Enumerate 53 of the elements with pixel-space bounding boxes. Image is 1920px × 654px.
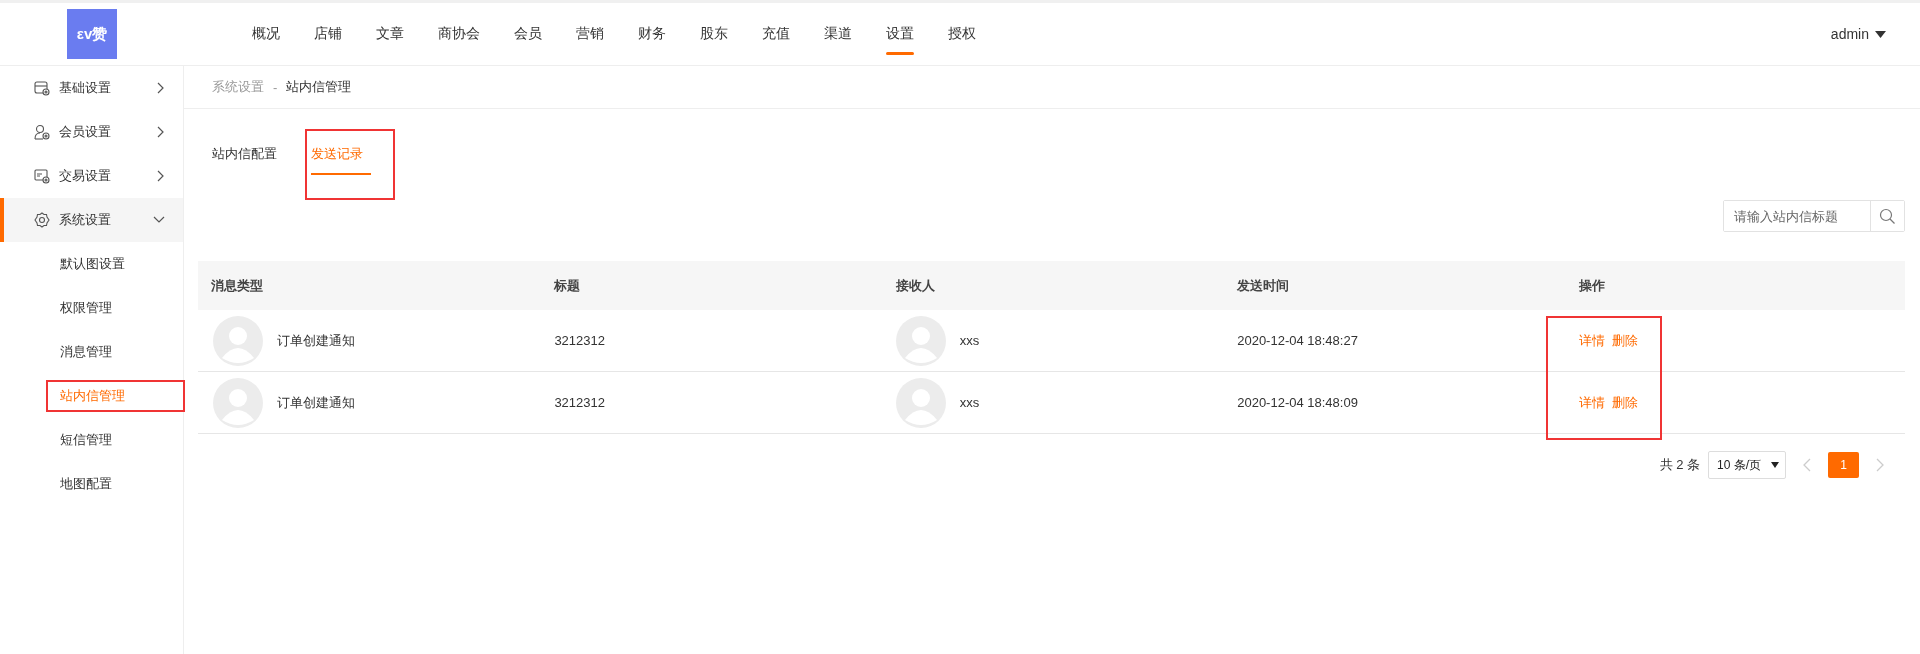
nav-tab[interactable]: 商协会 (421, 3, 497, 65)
search-icon (1879, 207, 1896, 225)
sidebar-item[interactable]: 交易设置 (59, 167, 148, 185)
nav-tab[interactable]: 概况 (235, 3, 297, 65)
gear-icon (34, 212, 50, 228)
caret-down-icon (1771, 462, 1779, 468)
caret-down-icon (1875, 30, 1886, 38)
column-header: 消息类型 (211, 276, 263, 295)
nav-tab[interactable]: 设置 (869, 3, 931, 65)
total-count: 共 2 条 (1659, 456, 1700, 474)
sidebar-group-selected[interactable]: 系统设置 (0, 198, 183, 242)
page-size-select[interactable]: 10 条/页 (1708, 451, 1786, 479)
chevron-left-icon (1803, 458, 1811, 472)
column-header: 接收人 (895, 276, 935, 295)
table-cell: 2020-12-04 18:48:09 (1237, 395, 1358, 410)
card-gear-icon (34, 168, 50, 184)
search-field[interactable]: 请输入站内信标题 (1723, 200, 1905, 232)
sidebar-subitem[interactable]: 权限管理 (60, 299, 112, 317)
sidebar-item[interactable]: 基础设置 (59, 79, 148, 97)
nav-tab[interactable]: 文章 (359, 3, 421, 65)
table-cell: 2020-12-04 18:48:27 (1237, 333, 1358, 348)
search-button[interactable] (1870, 201, 1904, 231)
nav-tab[interactable]: 授权 (931, 3, 993, 65)
nav-tab[interactable]: 财务 (621, 3, 683, 65)
breadcrumb-current: 站内信管理 (286, 78, 352, 96)
column-header: 标题 (554, 276, 581, 295)
table-cell: xxs (959, 333, 980, 348)
table-cell: 订单创建通知 (277, 331, 355, 350)
sidebar-subitem[interactable]: 短信管理 (60, 431, 112, 449)
sidebar-item[interactable]: 会员设置 (59, 123, 148, 141)
nav-tab[interactable]: 会员 (497, 3, 559, 65)
database-gear-icon (34, 80, 50, 96)
table-cell: 3212312 (554, 395, 605, 410)
column-header: 操作 (1578, 276, 1605, 295)
table-cell: xxs (959, 395, 980, 410)
column-header: 发送时间 (1237, 276, 1290, 295)
sidebar-subitem[interactable]: 地图配置 (60, 475, 112, 493)
sidebar-subitem[interactable]: 消息管理 (60, 343, 112, 361)
breadcrumb-separator: - (273, 79, 278, 95)
sidebar-item[interactable]: 系统设置 (59, 211, 144, 229)
nav-tab[interactable]: 股东 (683, 3, 745, 65)
logo[interactable]: εv赞 (67, 9, 117, 59)
chevron-right-icon (1876, 458, 1884, 472)
nav-tab[interactable]: 营销 (559, 3, 621, 65)
user-menu[interactable]: admin (1830, 26, 1869, 42)
nav-tab[interactable]: 充值 (745, 3, 807, 65)
nav-tab[interactable]: 店铺 (297, 3, 359, 65)
tab[interactable]: 站内信配置 (212, 145, 277, 173)
user-gear-icon (34, 124, 50, 140)
sidebar-subitem[interactable]: 默认图设置 (60, 255, 125, 273)
table-cell: 订单创建通知 (277, 393, 355, 412)
nav-tab[interactable]: 渠道 (807, 3, 869, 65)
table-cell: 3212312 (554, 333, 605, 348)
